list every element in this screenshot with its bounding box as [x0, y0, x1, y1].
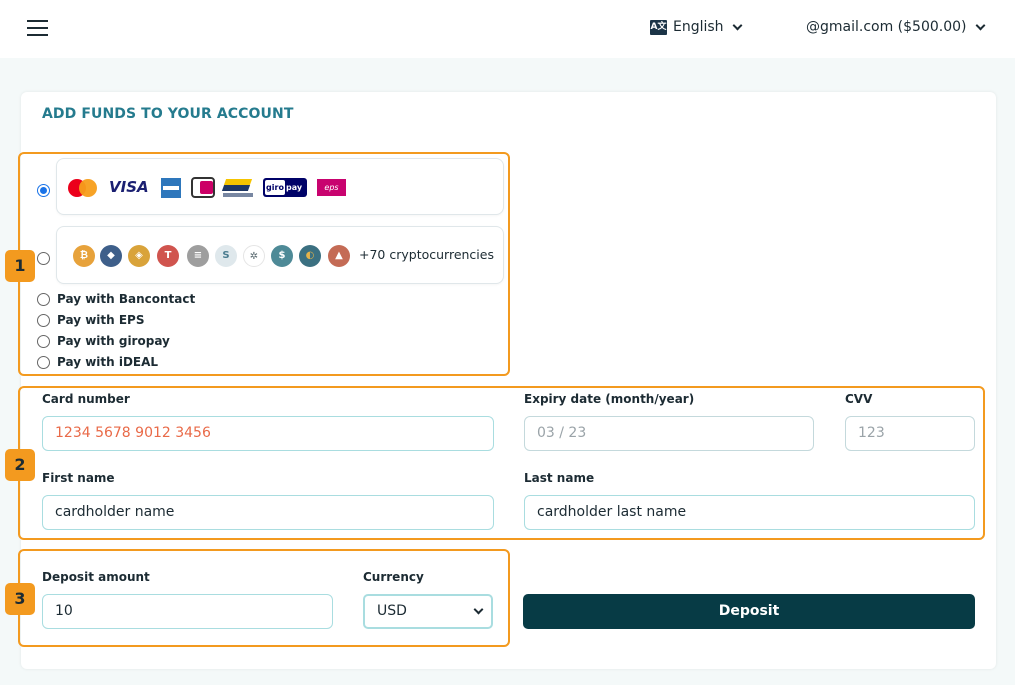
radio-crypto-payment[interactable] [37, 252, 50, 265]
currency-label: Currency [363, 570, 424, 584]
radio-ideal[interactable] [37, 356, 50, 369]
deposit-amount-label: Deposit amount [42, 570, 150, 584]
radio-giropay[interactable] [37, 335, 50, 348]
card-number-input[interactable]: 1234 5678 9012 3456 [42, 416, 494, 451]
callout-badge-2: 2 [5, 449, 35, 481]
radio-label-ideal[interactable]: Pay with iDEAL [57, 355, 158, 369]
mastercard-icon [68, 179, 98, 197]
top-bar: A文 English @gmail.com ($500.00) [0, 0, 1015, 58]
deposit-amount-input[interactable]: 10 [42, 594, 333, 629]
eps-icon: eps [317, 179, 346, 196]
expiry-label: Expiry date (month/year) [524, 392, 695, 406]
first-name-label: First name [42, 471, 115, 485]
currency-value: USD [377, 603, 407, 619]
currency-select[interactable]: USD [363, 594, 493, 629]
cvv-input[interactable]: 123 [845, 416, 975, 451]
chevron-down-icon [975, 20, 985, 30]
cvv-label: CVV [845, 392, 873, 406]
cardano-icon: ✲ [243, 245, 265, 267]
radio-label-eps[interactable]: Pay with EPS [57, 313, 145, 327]
dogecoin-icon: ◐ [299, 245, 321, 267]
card-number-label: Card number [42, 392, 130, 406]
language-label: English [673, 19, 724, 35]
last-name-input[interactable]: cardholder last name [524, 495, 975, 530]
binance-icon: ◈ [128, 245, 150, 267]
radio-label-bancontact[interactable]: Pay with Bancontact [57, 292, 195, 306]
callout-badge-1: 1 [5, 250, 35, 282]
last-name-label: Last name [524, 471, 595, 485]
deposit-button[interactable]: Deposit [523, 594, 975, 629]
giropay-icon: giro pay [263, 178, 307, 197]
card-payment-option[interactable]: VISA giro pay eps [56, 158, 504, 215]
chevron-down-icon [473, 604, 484, 615]
ideal-icon [191, 177, 215, 198]
translate-icon: A文 [650, 19, 667, 35]
radio-eps[interactable] [37, 314, 50, 327]
radio-card-payment[interactable] [37, 184, 50, 197]
stellar-icon: ≡ [187, 245, 209, 267]
page-title: ADD FUNDS TO YOUR ACCOUNT [42, 106, 294, 122]
radio-bancontact[interactable] [37, 293, 50, 306]
bitcoin-icon: ₿ [73, 245, 95, 267]
usdc-icon: $ [271, 245, 293, 267]
first-name-input[interactable]: cardholder name [42, 495, 494, 530]
account-menu[interactable]: @gmail.com ($500.00) [806, 19, 985, 35]
callout-badge-3: 3 [5, 583, 35, 615]
expiry-input[interactable]: 03 / 23 [524, 416, 814, 451]
visa-icon: VISA [109, 178, 149, 196]
bancontact-icon [221, 177, 253, 199]
tether-icon: T [157, 245, 179, 267]
solana-icon: S [215, 245, 237, 267]
chevron-down-icon [732, 20, 743, 30]
crypto-count-label: +70 cryptocurrencies [359, 247, 494, 262]
radio-label-giropay[interactable]: Pay with giropay [57, 334, 170, 348]
avalanche-icon: ▲ [328, 245, 350, 267]
ethereum-icon: ◆ [100, 245, 122, 267]
amex-icon [161, 178, 181, 198]
menu-icon[interactable] [27, 19, 49, 36]
language-selector[interactable]: A文 English [650, 19, 743, 35]
account-label: @gmail.com ($500.00) [806, 19, 967, 35]
